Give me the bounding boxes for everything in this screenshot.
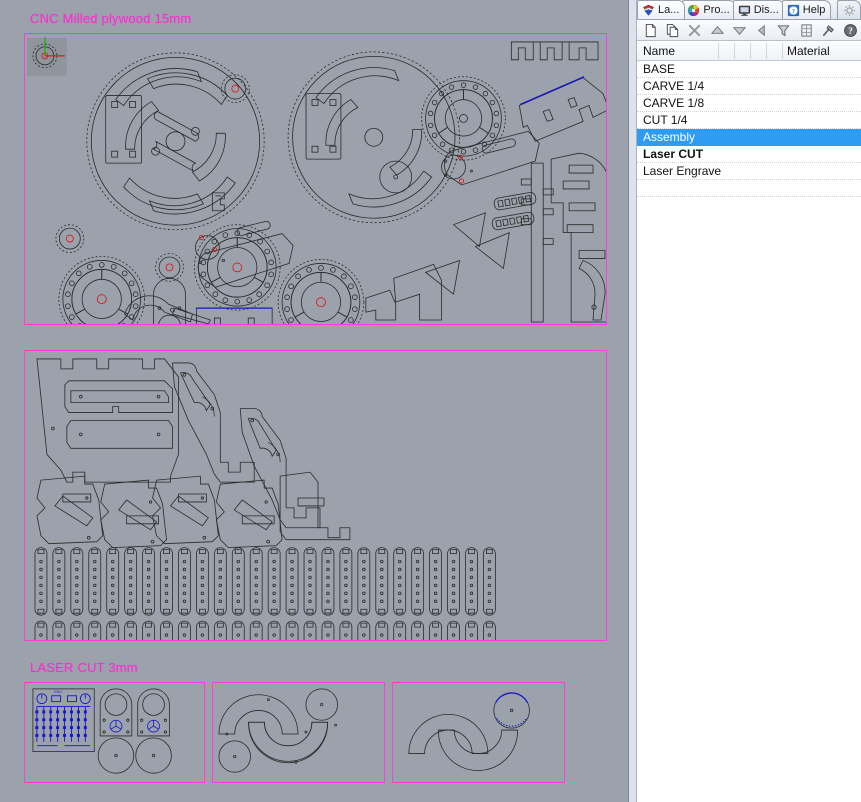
sheet-cnc-milled-plywood[interactable] bbox=[24, 33, 607, 325]
monitor-icon bbox=[738, 4, 751, 17]
pane-splitter[interactable] bbox=[628, 0, 637, 802]
copy-pages-icon[interactable] bbox=[662, 20, 682, 41]
help-icon: ? bbox=[787, 4, 800, 17]
table-icon[interactable] bbox=[796, 20, 816, 41]
layers-icon bbox=[642, 4, 655, 17]
layer-toolbar: ? bbox=[637, 20, 861, 41]
sheet-laser-3-geometry bbox=[408, 692, 530, 771]
question-mark-icon[interactable]: ? bbox=[841, 20, 861, 41]
layer-name: CUT 1/4 bbox=[643, 113, 688, 127]
column-separator-1[interactable] bbox=[718, 43, 719, 59]
dock-tab-strip: La... Pro... Dis... ? Help bbox=[637, 0, 861, 20]
layer-name: CARVE 1/8 bbox=[643, 96, 705, 110]
layer-row-cut-quarter[interactable]: CUT 1/4 bbox=[637, 112, 861, 129]
column-separator-2[interactable] bbox=[734, 43, 735, 59]
application-window: CNC Milled plywood 15mm LASER CUT 3mm CN… bbox=[0, 0, 861, 802]
sheet-laser-cut-2[interactable] bbox=[212, 682, 385, 783]
layer-row-assembly[interactable]: Assembly bbox=[637, 129, 861, 146]
column-header-name[interactable]: Name bbox=[643, 44, 675, 58]
layer-name: Laser CUT bbox=[643, 147, 704, 161]
triangle-up-icon[interactable] bbox=[707, 20, 727, 41]
triangle-left-icon[interactable] bbox=[751, 20, 771, 41]
layer-row-carve-eighth[interactable]: CARVE 1/8 bbox=[637, 95, 861, 112]
layer-manager-dock: La... Pro... Dis... ? Help ? Name Materi… bbox=[637, 0, 861, 802]
close-x-icon[interactable] bbox=[685, 20, 705, 41]
sheet-brackets[interactable] bbox=[24, 350, 607, 641]
sheet-cnc-geometry bbox=[26, 36, 606, 324]
tab-help-label: Help bbox=[802, 4, 826, 16]
sheet-laser-1-geometry: CNC bbox=[32, 688, 172, 774]
sheet-brackets-geometry bbox=[25, 351, 496, 640]
column-separator-3[interactable] bbox=[750, 43, 751, 59]
tab-display-label: Dis... bbox=[753, 4, 779, 16]
column-separator-4[interactable] bbox=[766, 43, 767, 59]
tab-layers-label: La... bbox=[658, 4, 680, 16]
svg-text:?: ? bbox=[792, 8, 795, 14]
triangle-down-icon[interactable] bbox=[729, 20, 749, 41]
hammer-icon[interactable] bbox=[818, 20, 838, 41]
tab-options-gear[interactable] bbox=[837, 0, 861, 19]
svg-text:CNC: CNC bbox=[54, 689, 63, 694]
sheet-label-laser: LASER CUT 3mm bbox=[30, 660, 138, 675]
sheet-laser-2-geometry bbox=[218, 688, 338, 773]
layer-row-base[interactable]: BASE bbox=[637, 61, 861, 78]
tab-help[interactable]: ? Help bbox=[781, 0, 832, 19]
sheet-label-cnc: CNC Milled plywood 15mm bbox=[30, 11, 192, 26]
sheet-laser-cut-1[interactable]: CNC bbox=[24, 682, 205, 783]
svg-text:?: ? bbox=[849, 25, 853, 35]
layer-row-laser-cut[interactable]: Laser CUT ✔ bbox=[637, 146, 861, 163]
tab-layers[interactable]: La... bbox=[637, 0, 686, 19]
layer-row-laser-engrave[interactable]: Laser Engrave bbox=[637, 163, 861, 180]
sheet-laser-cut-3[interactable] bbox=[392, 682, 565, 783]
column-header-material[interactable]: Material bbox=[787, 44, 830, 58]
gear-icon bbox=[843, 4, 856, 17]
funnel-icon[interactable] bbox=[774, 20, 794, 41]
layer-name: Assembly bbox=[643, 130, 696, 144]
tab-properties-label: Pro... bbox=[703, 4, 730, 16]
layer-name: Laser Engrave bbox=[643, 164, 722, 178]
column-separator-5[interactable] bbox=[782, 43, 783, 59]
tab-properties[interactable]: Pro... bbox=[682, 0, 736, 19]
layer-row-empty bbox=[637, 180, 861, 197]
tab-display[interactable]: Dis... bbox=[732, 0, 785, 19]
layer-name: BASE bbox=[643, 62, 676, 76]
layer-row-carve-quarter[interactable]: CARVE 1/4 bbox=[637, 78, 861, 95]
layer-name: CARVE 1/4 bbox=[643, 79, 705, 93]
layer-list[interactable]: BASE CARVE 1/4 CARVE 1/8 CUT 1/4 Assembl… bbox=[637, 61, 861, 197]
color-wheel-icon bbox=[687, 4, 700, 17]
new-page-icon[interactable] bbox=[640, 20, 660, 41]
cad-canvas[interactable]: CNC Milled plywood 15mm LASER CUT 3mm CN… bbox=[0, 0, 628, 802]
layer-list-header: Name Material bbox=[637, 41, 861, 61]
